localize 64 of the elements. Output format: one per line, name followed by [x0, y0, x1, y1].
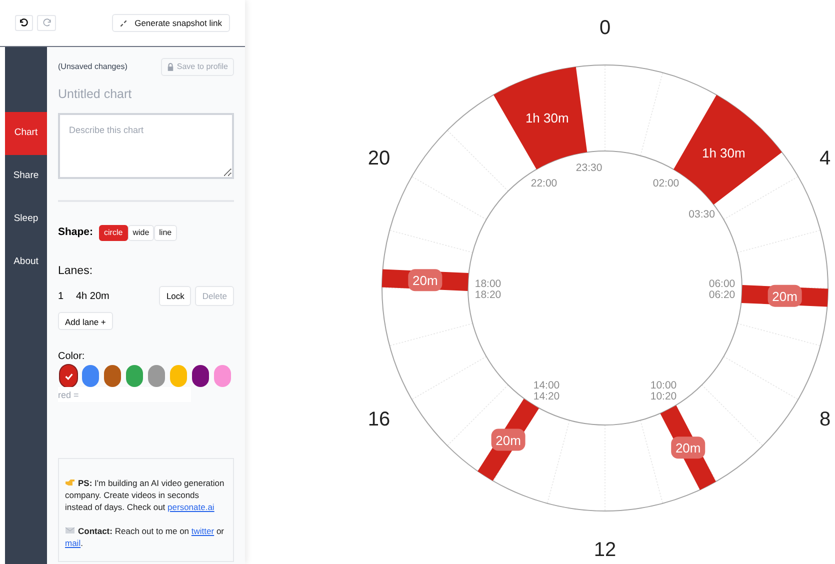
time-label: 02:00 [652, 177, 680, 190]
time-label: 10:00 [650, 379, 677, 392]
nav-tab[interactable]: Sleep [5, 198, 47, 241]
nav-tab[interactable]: About [5, 241, 47, 284]
duration-badge: 20m [768, 284, 802, 307]
color-swatch[interactable] [104, 365, 121, 387]
time-label: 06:00 [708, 278, 736, 290]
description-field[interactable]: Describe this chart [58, 112, 234, 179]
duration-badge: 20m [671, 436, 706, 459]
hour-label: 8 [819, 408, 831, 430]
color-swatch[interactable] [126, 365, 143, 387]
time-label: 22:00 [530, 177, 558, 190]
add-lane-button[interactable]: Add lane + [58, 312, 113, 330]
note-text: Contact: Reach out to me on twitter or mail. [65, 525, 225, 549]
lock-icon [166, 63, 174, 71]
shape-option[interactable]: wide [128, 224, 154, 241]
hour-label: 4 [819, 148, 831, 170]
shape-label: Shape: [58, 224, 94, 240]
color-swatch[interactable] [82, 365, 99, 387]
color-swatch[interactable] [170, 365, 187, 387]
hour-label: 20 [368, 148, 390, 170]
duration-label: 1h 30m [702, 146, 746, 161]
duration-label: 1h 30m [525, 110, 569, 126]
nav-tab[interactable]: Chart [5, 112, 47, 155]
note-link[interactable]: personate.ai [168, 502, 214, 512]
note-link[interactable]: twitter [191, 526, 214, 536]
lane-number: 1 [58, 290, 65, 304]
hour-label: 0 [599, 17, 611, 39]
check-icon [64, 372, 72, 380]
undo-icon [19, 18, 29, 28]
color-swatch[interactable] [214, 365, 231, 387]
color-swatch[interactable] [192, 365, 209, 387]
color-field[interactable]: red = [58, 387, 191, 402]
note-link[interactable]: mail [65, 538, 81, 548]
color-label: Color: [58, 350, 86, 364]
color-swatch[interactable] [148, 365, 165, 387]
lock-button[interactable]: Lock [159, 286, 192, 306]
time-label: 18:20 [474, 289, 502, 301]
nav-tab[interactable]: Share [5, 155, 47, 198]
duration-badge: 20m [491, 428, 526, 451]
time-label: 03:30 [688, 208, 715, 221]
title-field[interactable]: Untitled chart [58, 85, 234, 104]
duration-badge: 20m [408, 269, 442, 292]
time-label: 14:20 [533, 390, 560, 402]
color-swatch[interactable] [60, 365, 77, 387]
link-icon [120, 20, 127, 26]
snapshot-button[interactable]: Generate snapshot link [112, 14, 230, 32]
lanes-heading: Lanes: [58, 264, 94, 279]
envelope-icon [65, 527, 75, 534]
time-label: 06:20 [708, 289, 736, 301]
lane-total: 4h 20m [76, 290, 110, 304]
redo-icon [42, 18, 52, 28]
time-label: 18:00 [474, 278, 502, 290]
shape-option[interactable]: line [154, 224, 177, 241]
unsaved-status: (Unsaved changes) [58, 61, 128, 73]
undo-button[interactable] [15, 15, 33, 31]
shape-option[interactable]: circle [99, 224, 128, 241]
note-text: PS: I'm building an AI video generation company. Create videos in seconds instead of days. Check out personate.ai [65, 477, 226, 513]
time-label: 10:20 [650, 390, 677, 402]
pointing-hand-icon [65, 479, 75, 486]
time-label: 14:00 [533, 379, 560, 392]
time-label: 23:30 [576, 162, 602, 174]
hour-label: 12 [594, 539, 616, 561]
hour-label: 16 [368, 408, 390, 430]
